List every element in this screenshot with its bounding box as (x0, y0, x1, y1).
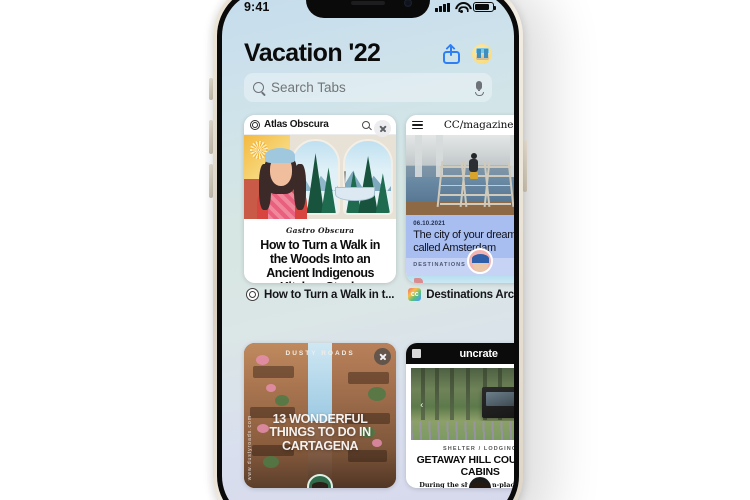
person-on-ladder (468, 152, 479, 179)
article-text: 06.10.2021 The city of your dreams is ca… (406, 215, 514, 258)
device-bezel: 9:41 Vacation '22 Search Tabs Atlas Obsc… (217, 0, 519, 500)
search-tabs-field[interactable]: Search Tabs (244, 73, 492, 102)
tab-card-preview[interactable]: DUSTY ROADS 13 WONDERFUL THINGS TO DO IN… (244, 343, 397, 488)
tab-card-preview[interactable]: CC/magazine 06.10.2021 The city of your … (406, 115, 514, 283)
earpiece-speaker-icon (351, 1, 385, 5)
hamburger-menu-icon[interactable] (412, 120, 424, 130)
article-photo: ‹ › (411, 368, 514, 440)
article-category: SHELTER / LODGING (443, 446, 514, 452)
microphone-icon[interactable] (475, 81, 484, 97)
tab-card-preview[interactable]: Atlas Obscura Gastro Obscura How to Turn… (244, 115, 397, 283)
page-title: Vacation '22 (244, 39, 381, 67)
article-text: SHELTER / LODGING GETAWAY HILL COUNTRY C… (406, 440, 514, 488)
tab-footer: cc Destinations Archivos... (406, 288, 514, 301)
wifi-icon (455, 2, 468, 13)
power-button[interactable] (523, 140, 527, 192)
tab-item-dusty-roads[interactable]: DUSTY ROADS 13 WONDERFUL THINGS TO DO IN… (244, 343, 397, 500)
article-kicker: Gastro Obscura (286, 226, 355, 235)
hamburger-menu-icon[interactable] (412, 349, 422, 358)
search-icon (253, 82, 264, 93)
avatar (467, 247, 494, 274)
page-continuation (406, 275, 514, 283)
status-time: 9:41 (244, 0, 270, 14)
profile-avatar-icon[interactable] (472, 43, 492, 64)
phone-screen: 9:41 Vacation '22 Search Tabs Atlas Obsc… (222, 0, 514, 500)
article-illustration (244, 135, 397, 219)
site-header: uncrate (406, 343, 514, 364)
article-deck: During the shelter-in-place is the perfe… (419, 481, 514, 488)
article-date: 06.10.2021 (413, 221, 446, 227)
article-headline: 13 WONDERFUL THINGS TO DO IN CARTAGENA (269, 411, 371, 454)
status-indicators (435, 1, 497, 13)
search-placeholder: Search Tabs (271, 80, 346, 95)
search-icon[interactable] (362, 120, 371, 129)
battery-icon (473, 1, 497, 13)
page-background: 9:41 Vacation '22 Search Tabs Atlas Obsc… (0, 0, 750, 500)
tab-item-cc-magazine[interactable]: CC/magazine 06.10.2021 The city of your … (406, 115, 514, 334)
site-name: uncrate (459, 347, 498, 360)
tab-footer: How to Turn a Walk in t... (244, 288, 396, 301)
cc-magazine-favicon: cc (408, 288, 422, 301)
site-url-sidebar: www.dustyroads.com (247, 414, 253, 480)
tab-item-uncrate[interactable]: uncrate ‹ SHELTER / LODGING GETAWAY HILL… (406, 343, 514, 500)
article-category: DESTINATIONS (413, 261, 466, 268)
article-text: Gastro Obscura How to Turn a Walk in the… (244, 219, 397, 283)
tab-card-preview[interactable]: uncrate ‹ SHELTER / LODGING GETAWAY HILL… (406, 343, 514, 488)
cellular-bars-icon (435, 2, 450, 12)
share-icon[interactable] (443, 43, 460, 64)
site-name: CC/magazine (443, 119, 514, 131)
front-camera-icon (404, 0, 412, 7)
header-actions (443, 43, 492, 64)
article-headline: GETAWAY HILL COUNTRY CABINS (416, 454, 514, 478)
article-headline: How to Turn a Walk in the Woods Into an … (260, 238, 380, 283)
article-headline: The city of your dreams is called Amster… (413, 229, 514, 254)
tab-label: How to Turn a Walk in t... (264, 288, 395, 301)
atlas-obscura-logo-icon (250, 119, 260, 130)
notch (306, 0, 430, 18)
tab-grid: Atlas Obscura Gastro Obscura How to Turn… (236, 115, 514, 500)
article-photo (406, 135, 514, 215)
tab-item-atlas-obscura[interactable]: Atlas Obscura Gastro Obscura How to Turn… (244, 115, 397, 334)
site-header: CC/magazine (406, 115, 514, 135)
article-meta: DESTINATIONS (406, 247, 514, 276)
iphone-device-frame: 9:41 Vacation '22 Search Tabs Atlas Obsc… (213, 0, 523, 500)
tab-label: Destinations Archivos... (426, 288, 514, 301)
atlas-obscura-favicon (246, 288, 259, 301)
site-name: Atlas Obscura (264, 119, 329, 130)
chevron-left-icon[interactable]: ‹ (415, 398, 428, 411)
page-header: Vacation '22 (222, 39, 514, 68)
